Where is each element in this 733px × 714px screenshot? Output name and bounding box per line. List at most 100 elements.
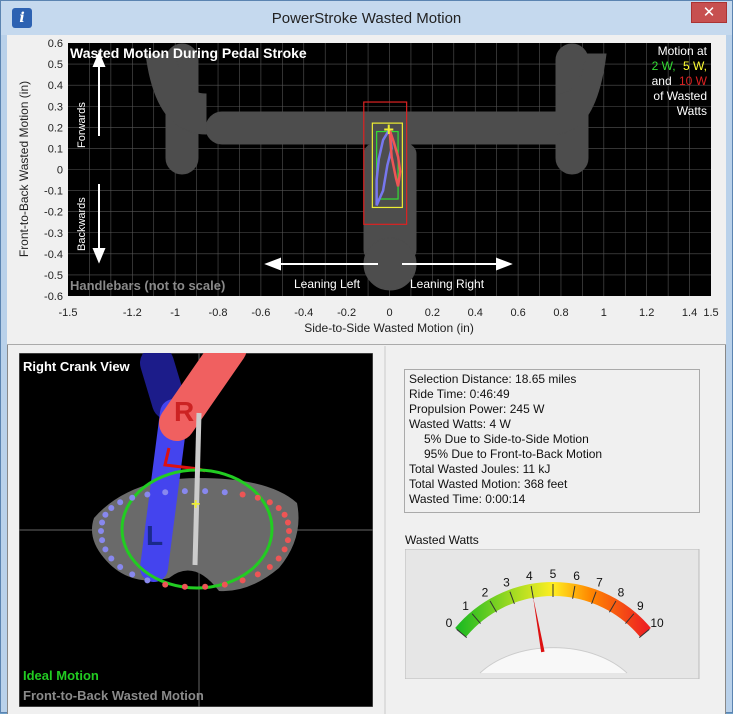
pedal-dot [266,499,273,506]
gauge-tick-label: 5 [550,567,557,581]
x-tick-label: -1.2 [123,307,142,319]
legend-line5: Watts [677,104,707,118]
total-wasted-motion: Total Wasted Motion: 368 feet [409,477,568,491]
trace-center-marker: + [384,119,395,139]
y-tick-label: 0.2 [48,122,63,134]
forwards-label: Forwards [76,102,88,148]
handlebars-label: Handlebars (not to scale) [70,278,225,293]
x-tick-label: 1.5 [703,307,718,319]
pedal-dot [281,546,288,553]
pedal-dot [202,488,209,495]
y-tick-label: -0.5 [44,270,63,282]
pedal-dot [129,571,136,578]
x-tick-label: 0.8 [553,307,568,319]
right-crank-view: R L + Right Crank View Ideal Motion Fron… [19,353,373,707]
pedal-dot [239,491,246,498]
pedal-dot [254,571,261,578]
pedal-dot [162,581,169,588]
wasted-time: Wasted Time: 0:00:14 [409,492,526,506]
pedal-dot [108,555,115,562]
pedal-dot [117,563,124,570]
pedal-dot [275,555,282,562]
y-axis-ticks: 0.6 0.5 0.4 0.3 0.2 0.1 0 -0.1 -0.2 -0.3 -0.4 -0.5 -… [44,38,63,303]
pedal-dot [129,494,136,501]
pedal-dot [98,528,104,534]
gauge-tick-label: 10 [650,616,664,630]
ride-time: Ride Time: 0:46:49 [409,387,510,401]
y-tick-label: -0.3 [44,228,63,240]
left-crank-top [140,353,186,420]
pedal-dot [281,511,288,518]
pedal-dot [284,519,291,526]
gauge-tick-label: 9 [637,599,644,613]
y-tick-label: -0.6 [44,291,63,303]
legend-5w: 5 W, [683,59,707,73]
x-tick-label: 1 [601,307,607,319]
gauge-tick-label: 6 [573,569,580,583]
x-tick-label: -1 [170,307,180,319]
wasted-watts: Wasted Watts: 4 W [409,417,511,431]
pedal-dot [275,504,282,511]
wasted-motion-legend: Front-to-Back Wasted Motion [23,688,204,703]
panel-divider [384,346,386,714]
pedal-dot [221,581,228,588]
pedal-dot [99,519,106,526]
gauge-tick-label: 7 [596,575,603,589]
gauge-tick-label: 4 [526,569,533,583]
pedal-dot [162,489,169,496]
y-tick-label: -0.1 [44,186,63,198]
y-tick-label: 0.3 [48,101,63,113]
pedal-dot [181,488,188,495]
x-tick-label: -0.2 [337,307,356,319]
side-to-side-pct: 5% Due to Side-to-Side Motion [424,432,589,446]
y-tick-label: -0.4 [44,249,63,261]
x-tick-label: 1.2 [639,307,654,319]
y-tick-label: 0.5 [48,59,63,71]
left-crank-label: L [146,520,163,551]
gauge-tick-label: 1 [462,599,469,613]
pedal-dot [239,577,246,584]
x-tick-label: 0.2 [425,307,440,319]
x-tick-label: 0.6 [510,307,525,319]
y-tick-label: 0 [57,165,63,177]
pedal-dot [286,528,292,534]
legend-2w: 2 W, [652,59,676,73]
chart-title: Wasted Motion During Pedal Stroke [70,45,307,61]
propulsion-power: Propulsion Power: 245 W [409,402,545,416]
x-tick-label: -0.6 [251,307,270,319]
leaning-left-label: Leaning Left [294,277,361,291]
y-tick-label: 0.4 [48,80,63,92]
legend-line1: Motion at [658,44,708,58]
pedal-dot [221,489,228,496]
y-tick-label: 0.6 [48,38,63,50]
wasted-watts-gauge: 0123 4 5 6 7 89 10 [405,549,700,679]
right-crank-label: R [174,396,194,427]
gauge-tick-label: 3 [503,575,510,589]
close-button[interactable]: ✕ [691,2,727,23]
pedal-dot [254,494,261,501]
y-tick-label: -0.2 [44,207,63,219]
wasted-motion-chart: + -1.5 -1.2 -1 -0.8 -0.6 -0.4 -0.2 0 0.2 0.4 0.6 0.… [17,38,719,335]
pedal-dot [144,577,151,584]
y-axis-label: Front-to-Back Wasted Motion (in) [17,81,31,257]
center-marker: + [191,496,200,513]
pedal-dot [117,499,124,506]
x-tick-label: 0.4 [468,307,483,319]
legend-line3: and 10 W [652,74,708,88]
legend-10w: 10 W [679,74,708,88]
legend-line4: of Wasted [653,89,707,103]
front-to-back-pct: 95% Due to Front-to-Back Motion [424,447,603,461]
pedal-dot [99,537,106,544]
x-tick-label: -0.8 [209,307,228,319]
pedal-dot [144,491,151,498]
title-bar[interactable]: i PowerStroke Wasted Motion ✕ [1,1,732,35]
gauge-tick-label: 0 [446,616,453,630]
x-axis-label: Side-to-Side Wasted Motion (in) [304,321,474,335]
leaning-right-label: Leaning Right [410,277,485,291]
backwards-label: Backwards [76,197,88,251]
ride-stats: Selection Distance: 18.65 miles Ride Tim… [404,369,700,513]
selection-distance: Selection Distance: 18.65 miles [409,372,577,386]
pedal-dot [108,504,115,511]
pedal-dot [102,511,109,518]
total-wasted-joules: Total Wasted Joules: 11 kJ [409,462,551,476]
